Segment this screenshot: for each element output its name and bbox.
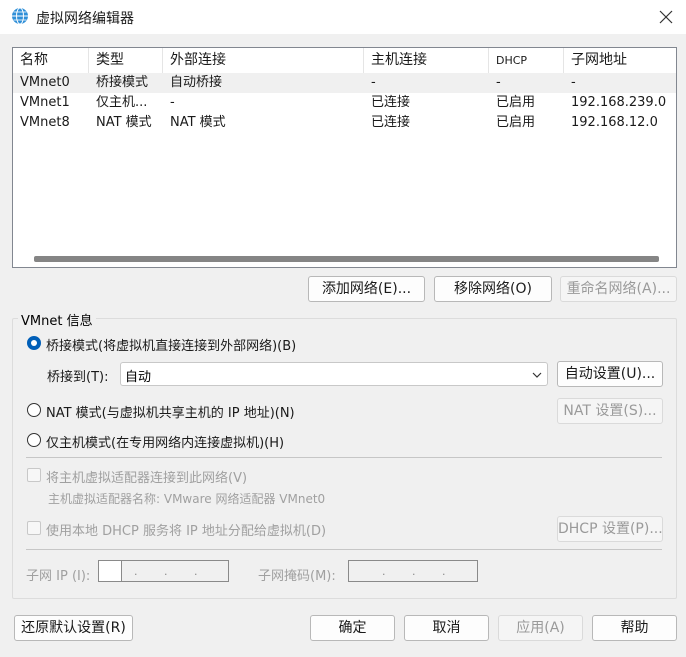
- cancel-button[interactable]: 取消: [404, 615, 489, 641]
- table-row[interactable]: VMnet8 NAT 模式 NAT 模式 已连接 已启用 192.168.12.…: [13, 113, 676, 133]
- nat-settings-button[interactable]: NAT 设置(S)...: [557, 398, 663, 424]
- cell-dhcp: 已启用: [496, 95, 536, 110]
- column-header-subnet[interactable]: 子网地址: [564, 48, 676, 73]
- ip-dot: .: [442, 565, 446, 578]
- window-title: 虚拟网络编辑器: [36, 11, 134, 27]
- rename-network-button[interactable]: 重命名网络(A)...: [560, 276, 677, 302]
- cell-name: VMnet0: [20, 75, 70, 90]
- ip-dot: .: [164, 565, 168, 578]
- table-row[interactable]: VMnet1 仅主机... - 已连接 已启用 192.168.239.0: [13, 93, 676, 113]
- column-header-host[interactable]: 主机连接: [364, 48, 489, 73]
- title-bar: 虚拟网络编辑器: [0, 0, 686, 34]
- connect-adapter-label[interactable]: 将主机虚拟适配器连接到此网络(V): [46, 467, 247, 486]
- cell-external: 自动桥接: [170, 75, 223, 90]
- apply-button[interactable]: 应用(A): [498, 615, 583, 641]
- nat-mode-radio[interactable]: [27, 403, 41, 417]
- ip-dot: .: [134, 565, 138, 578]
- close-icon: [659, 10, 673, 24]
- ip-dot: .: [412, 565, 416, 578]
- subnet-ip-label: 子网 IP (I):: [26, 569, 91, 584]
- bridged-mode-radio[interactable]: [27, 336, 41, 350]
- ip-dot: .: [194, 565, 198, 578]
- subnet-mask-label: 子网掩码(M):: [258, 569, 336, 584]
- cell-host: 已连接: [371, 115, 411, 130]
- cell-dhcp: 已启用: [496, 115, 536, 130]
- auto-settings-button[interactable]: 自动设置(U)...: [557, 361, 663, 387]
- bridge-to-select[interactable]: 自动: [120, 362, 548, 386]
- cell-subnet: -: [571, 75, 576, 90]
- table-row[interactable]: VMnet0 桥接模式 自动桥接 - - -: [13, 73, 676, 93]
- cell-external: NAT 模式: [170, 115, 226, 130]
- vmnet-info-label: VMnet 信息: [18, 310, 96, 329]
- cell-external: -: [170, 95, 175, 110]
- host-only-label[interactable]: 仅主机模式(在专用网络内连接虚拟机)(H): [46, 432, 284, 451]
- close-button[interactable]: [652, 4, 680, 30]
- vmware-globe-icon: [12, 7, 28, 25]
- add-network-button[interactable]: 添加网络(E)...: [308, 276, 425, 302]
- cell-name: VMnet1: [20, 95, 70, 110]
- bridge-to-value: 自动: [125, 370, 152, 385]
- column-header-type[interactable]: 类型: [89, 48, 163, 73]
- subnet-ip-field[interactable]: . . .: [98, 560, 229, 582]
- subnet-mask-field[interactable]: . . .: [348, 560, 478, 582]
- bridged-mode-label[interactable]: 桥接模式(将虚拟机直接连接到外部网络)(B): [46, 335, 296, 354]
- remove-network-button[interactable]: 移除网络(O): [434, 276, 552, 302]
- cell-subnet: 192.168.239.0: [571, 95, 667, 110]
- column-header-dhcp[interactable]: DHCP: [489, 48, 564, 73]
- nat-mode-label[interactable]: NAT 模式(与虚拟机共享主机的 IP 地址)(N): [46, 402, 295, 421]
- cell-host: -: [371, 75, 376, 90]
- scrollbar-thumb[interactable]: [34, 256, 659, 262]
- cell-type: NAT 模式: [96, 115, 152, 130]
- host-only-radio[interactable]: [27, 433, 41, 447]
- ip-dot: .: [382, 565, 386, 578]
- help-button[interactable]: 帮助: [592, 615, 677, 641]
- bridge-to-label: 桥接到(T):: [47, 370, 109, 385]
- network-list[interactable]: 名称 类型 外部连接 主机连接 DHCP 子网地址 VMnet0 桥接模式 自动…: [12, 47, 677, 268]
- horizontal-scrollbar[interactable]: [14, 251, 675, 265]
- ip-octet-input[interactable]: [99, 561, 122, 581]
- use-dhcp-checkbox[interactable]: [27, 521, 41, 535]
- column-header-external[interactable]: 外部连接: [163, 48, 364, 73]
- divider: [26, 549, 662, 550]
- restore-defaults-button[interactable]: 还原默认设置(R): [14, 615, 133, 641]
- chevron-down-icon: [532, 372, 542, 378]
- cell-dhcp: -: [496, 75, 501, 90]
- cell-type: 桥接模式: [96, 75, 149, 90]
- divider: [26, 457, 662, 458]
- cell-subnet: 192.168.12.0: [571, 115, 658, 130]
- cell-host: 已连接: [371, 95, 411, 110]
- dhcp-settings-button[interactable]: DHCP 设置(P)...: [557, 516, 663, 542]
- adapter-name-text: 主机虚拟适配器名称: VMware 网络适配器 VMnet0: [48, 492, 326, 506]
- cell-name: VMnet8: [20, 115, 70, 130]
- column-header-name[interactable]: 名称: [13, 48, 89, 73]
- list-header: 名称 类型 外部连接 主机连接 DHCP 子网地址: [13, 48, 676, 73]
- use-dhcp-label[interactable]: 使用本地 DHCP 服务将 IP 地址分配给虚拟机(D): [46, 520, 326, 539]
- ok-button[interactable]: 确定: [310, 615, 395, 641]
- connect-adapter-checkbox[interactable]: [27, 468, 41, 482]
- cell-type: 仅主机...: [96, 95, 148, 110]
